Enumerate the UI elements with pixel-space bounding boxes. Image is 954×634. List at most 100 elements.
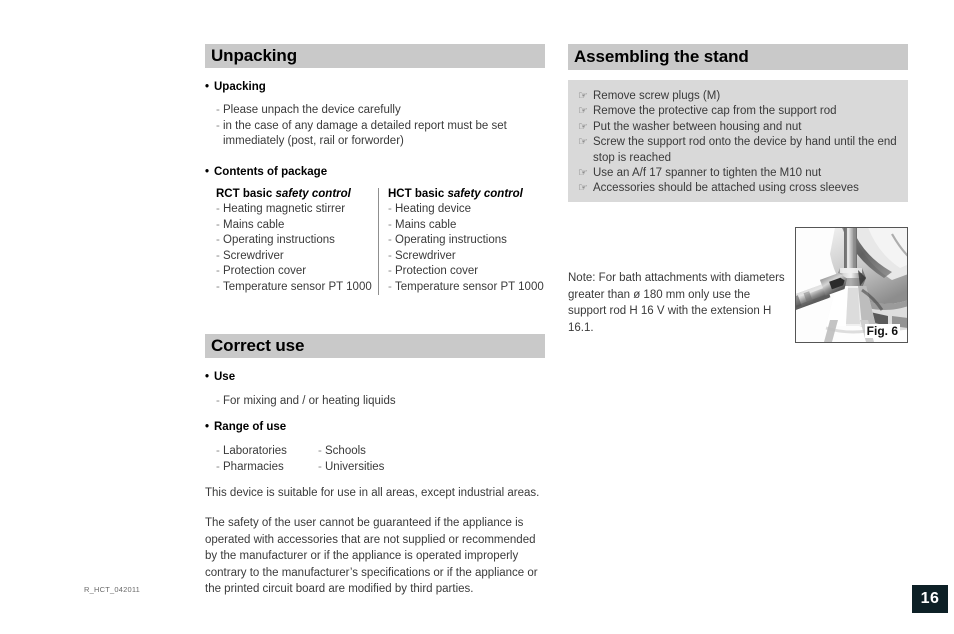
list-item-text: Schools [325, 445, 366, 457]
list-item-text: Remove screw plugs (M) [593, 90, 721, 102]
paragraph-safety-disclaimer: The safety of the user cannot be guarant… [205, 517, 538, 595]
section-title-assembling-the-stand: Assembling the stand [574, 47, 749, 66]
dash-bullet-icon: - [216, 280, 220, 293]
bullet-dot-icon: • [205, 81, 210, 93]
dash-bullet-icon: - [216, 119, 220, 132]
list-item-text: Mains cable [395, 218, 457, 231]
list-item-text: Heating magnetic stirrer [223, 203, 346, 215]
pointing-hand-icon: ☞ [578, 167, 588, 180]
dash-bullet-icon: - [388, 203, 392, 215]
list-item-text: For mixing and / or heating liquids [223, 395, 396, 407]
list-item-text: in the case of any damage a detailed rep… [223, 119, 507, 132]
list-item-text: Remove the protective cap from the suppo… [593, 105, 837, 118]
list-item: ☞ Accessories should be attached using cr… [578, 181, 900, 196]
list-item: - Temperature sensor PT 1000 [216, 280, 372, 296]
dash-bullet-icon: - [216, 445, 220, 457]
list-use: - For mixing and / or heating liquids [216, 394, 396, 410]
bullet-dot-icon: • [205, 166, 210, 178]
list-item-text: Put the washer between housing and nut [593, 120, 802, 133]
list-item: - Operating instructions [216, 233, 371, 249]
list-item-text: Protection cover [395, 265, 479, 278]
dash-bullet-icon: - [216, 218, 220, 231]
list-item-text: immediately (post, rail or forworder) [223, 135, 404, 148]
list-item: - Laboratories [216, 444, 287, 460]
list-item: - Protection cover [216, 264, 371, 280]
package-column-title: HCT basic safety control [388, 188, 548, 200]
list-item-text: Universities [325, 460, 385, 473]
dash-bullet-icon: - [318, 460, 322, 473]
bullet-dot-icon: • [205, 421, 210, 433]
subheading-range-label: Range of use [214, 421, 287, 433]
list-item-text: Operating instructions [395, 234, 507, 247]
section-header-correct-use: Correct use [205, 334, 545, 358]
section-header-unpacking: Unpacking [205, 44, 545, 68]
package-column-title: RCT basic safety control [216, 188, 371, 200]
list-item: - in the case of any damage a detailed re… [216, 119, 507, 135]
list-item-continuation: immediately (post, rail or forworder) [216, 134, 507, 150]
list-item-text: Pharmacies [223, 460, 284, 473]
list-item: - Mains cable [388, 218, 548, 234]
paragraph-suitable-areas: This device is suitable for use in all a… [205, 487, 540, 499]
list-item: - For mixing and / or heating liquids [216, 394, 396, 410]
dash-bullet-icon: - [216, 460, 220, 473]
section-header-assembling-the-stand: Assembling the stand [568, 44, 908, 70]
dash-bullet-icon: - [388, 280, 392, 293]
page-number-badge: 16 [912, 585, 948, 613]
list-item: - Temperature sensor PT 1000 [388, 280, 548, 296]
section-title-unpacking: Unpacking [211, 46, 298, 65]
list-item: ☞ Put the washer between housing and nut [578, 120, 900, 135]
package-column-title-italic: safety control [447, 188, 523, 200]
dash-bullet-icon: - [388, 249, 392, 262]
package-column-title-bold: HCT basic [388, 188, 448, 200]
list-item: - Schools [318, 444, 384, 460]
list-item-text: Screwdriver [223, 249, 284, 262]
list-item: ☞ Remove screw plugs (M) [578, 89, 900, 104]
list-item: - Heating device [388, 202, 548, 218]
list-item: - Pharmacies [216, 460, 287, 476]
list-item-text: Temperature sensor PT 1000 [223, 280, 372, 293]
range-of-use-column-1: - Laboratories - Pharmacies [216, 444, 287, 475]
list-item-text: Accessories should be attached using cro… [593, 182, 859, 195]
list-item: - Screwdriver [216, 249, 371, 265]
note-bath-attachments: Note: For bath attachments with diameter… [568, 272, 785, 334]
list-item-text: Operating instructions [223, 234, 335, 247]
dash-bullet-icon: - [216, 203, 220, 215]
subheading-upacking: • Upacking [205, 81, 266, 93]
figure-6: Fig. 6 [795, 227, 908, 343]
dash-bullet-icon: - [216, 395, 220, 407]
pointing-hand-icon: ☞ [578, 136, 588, 149]
subheading-upacking-label: Upacking [214, 81, 266, 93]
list-item-text: Temperature sensor PT 1000 [395, 280, 544, 293]
assembling-instructions-box: ☞ Remove screw plugs (M) ☞ Remove the prot… [568, 80, 908, 202]
list-item: - Please unpach the device carefully [216, 103, 507, 119]
figure-caption: Fig. 6 [864, 324, 900, 338]
dash-bullet-icon: - [216, 265, 220, 278]
package-column-hct: HCT basic safety control - Heating device… [388, 188, 548, 296]
list-item: - Operating instructions [388, 233, 548, 249]
pointing-hand-icon: ☞ [578, 105, 588, 118]
list-item: ☞ Remove the protective cap from the supp… [578, 104, 900, 119]
list-item: - Protection cover [388, 264, 548, 280]
bullet-dot-icon: • [205, 371, 210, 383]
list-item-text: Use an A/f 17 spanner to tighten the M10… [593, 167, 822, 180]
document-revision-code: R_HCT_042011 [84, 585, 141, 594]
package-column-title-italic: safety control [275, 188, 351, 200]
dash-bullet-icon: - [388, 265, 392, 278]
list-item: - Screwdriver [388, 249, 548, 265]
dash-bullet-icon: - [388, 234, 392, 247]
package-columns-divider [378, 188, 379, 295]
list-item: - Heating magnetic stirrer [216, 202, 371, 218]
list-upacking: - Please unpach the device carefully - in … [216, 103, 507, 150]
dash-bullet-icon: - [216, 249, 220, 262]
subheading-contents-label: Contents of package [214, 166, 328, 178]
list-item: ☞ Screw the support rod onto the device b… [578, 135, 900, 166]
list-item: - Universities [318, 460, 384, 476]
list-item-text: Mains cable [223, 218, 285, 231]
list-item: - Mains cable [216, 218, 371, 234]
dash-bullet-icon: - [216, 234, 220, 247]
list-item-text: Screw the support rod onto the device by… [593, 136, 897, 164]
subheading-contents-of-package: • Contents of package [205, 166, 327, 178]
list-item-text: Laboratories [223, 445, 287, 457]
dash-bullet-icon: - [318, 445, 322, 457]
section-title-correct-use: Correct use [211, 336, 305, 355]
